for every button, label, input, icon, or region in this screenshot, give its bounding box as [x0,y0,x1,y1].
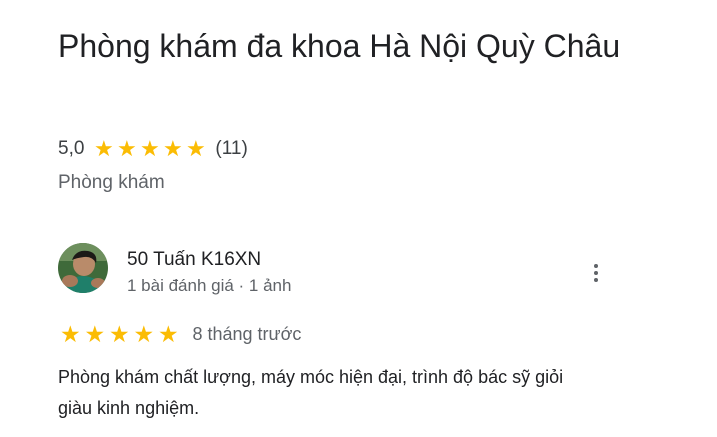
rating-value: 5,0 [58,138,85,159]
review-rating: ★ ★ ★ ★ ★ 8 tháng trước [58,321,302,347]
rating-stars: ★ ★ ★ ★ ★ [92,138,207,160]
more-options-button[interactable] [584,259,608,287]
more-vert-icon [594,264,598,268]
star-icon: ★ [186,136,206,161]
avatar-photo [58,243,108,293]
star-icon: ★ [163,136,183,161]
place-category[interactable]: Phòng khám [58,172,165,194]
star-icon: ★ [94,136,114,161]
review-text: Phòng khám chất lượng, máy móc hiện đại,… [58,367,564,418]
reviewer-meta: 1 bài đánh giá · 1 ảnh [127,276,292,295]
place-rating-row: 5,0 ★ ★ ★ ★ ★ (11) [58,135,248,163]
review-date: 8 tháng trước [192,323,302,344]
review-count-link[interactable]: (11) [215,138,247,160]
star-icon: ★ [108,321,130,347]
star-icon: ★ [133,321,155,347]
place-title: Phòng khám đa khoa Hà Nội Quỳ Châu [58,28,621,64]
reviewer-name[interactable]: 50 Tuấn K16XN [127,249,261,271]
star-icon: ★ [157,321,179,347]
star-icon: ★ [84,321,106,347]
reviewer-avatar[interactable] [58,243,108,293]
more-vert-dot [594,278,598,282]
star-icon: ★ [117,136,137,161]
star-icon: ★ [140,136,160,161]
star-icon: ★ [59,321,81,347]
more-vert-dot [594,271,598,275]
